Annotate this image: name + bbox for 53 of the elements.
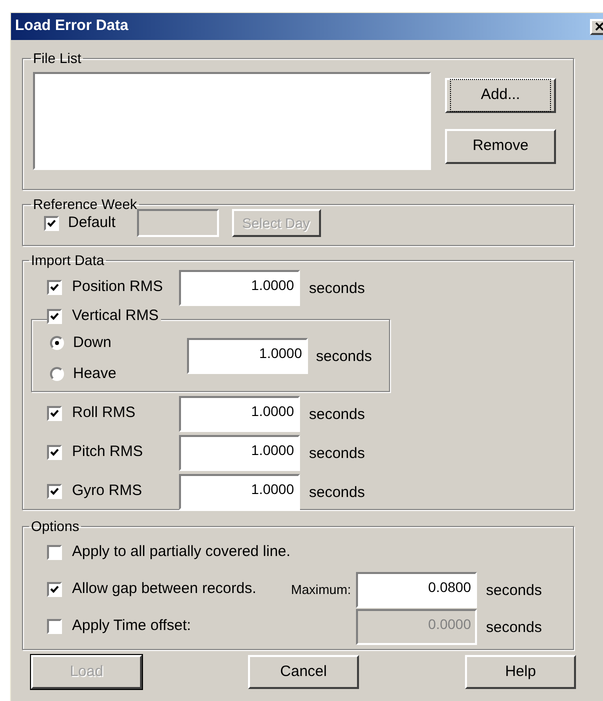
checkbox-label: Apply to all partially covered line.: [72, 542, 292, 562]
group-label: File List: [32, 50, 82, 66]
checkbox[interactable]: [47, 545, 62, 560]
number-field[interactable]: 0.0800: [356, 572, 477, 608]
checkbox[interactable]: [47, 308, 62, 324]
radio-label: Down: [73, 332, 112, 352]
checkmark-icon: [47, 218, 56, 228]
checkbox[interactable]: [47, 484, 62, 499]
checkbox-label: Vertical RMS: [72, 306, 159, 326]
dialog-button[interactable]: Add...: [445, 78, 556, 113]
field-label: Maximum:: [291, 582, 351, 597]
unit-label: seconds: [486, 618, 542, 638]
unit-label: seconds: [309, 279, 365, 300]
radio-button[interactable]: [50, 367, 64, 382]
checkbox-label: Roll RMS: [72, 403, 136, 424]
group-label: Reference Week: [32, 196, 138, 212]
dialog-button[interactable]: Cancel: [248, 655, 359, 689]
file-list-box[interactable]: [33, 72, 431, 170]
number-field[interactable]: 1.0000: [179, 474, 300, 510]
number-field[interactable]: 1.0000: [187, 338, 308, 374]
radio-button[interactable]: [50, 336, 64, 350]
unit-label: seconds: [309, 405, 365, 426]
unit-label: seconds: [486, 581, 542, 602]
checkbox[interactable]: [44, 216, 59, 230]
checkmark-icon: [50, 585, 59, 594]
close-icon: [594, 22, 603, 31]
checkmark-icon: [50, 448, 59, 457]
window-title: Load Error Data: [15, 16, 128, 36]
close-button[interactable]: [590, 18, 603, 34]
checkbox[interactable]: [47, 582, 62, 597]
radio-label: Heave: [73, 364, 116, 384]
number-field[interactable]: 1.0000: [179, 434, 300, 470]
checkbox-label: Apply Time offset:: [72, 616, 192, 636]
group-label: Import Data: [30, 252, 106, 268]
number-field[interactable]: 1.0000: [179, 396, 300, 432]
checkmark-icon: [50, 312, 59, 320]
checkbox-label: Position RMS: [72, 277, 164, 298]
checkbox[interactable]: [47, 280, 62, 295]
unit-label: seconds: [309, 483, 365, 504]
checkbox-label: Gyro RMS: [72, 481, 144, 502]
unit-label: seconds: [309, 444, 365, 464]
checkmark-icon: [50, 283, 59, 292]
checkmark-icon: [50, 409, 59, 418]
checkbox[interactable]: [47, 445, 62, 460]
group-label: Options: [30, 518, 80, 534]
number-field[interactable]: 1.0000: [179, 270, 300, 306]
dialog-button[interactable]: Remove: [445, 129, 556, 164]
dialog-button[interactable]: Help: [465, 655, 576, 689]
checkbox[interactable]: [47, 406, 62, 421]
checkbox-label: Pitch RMS: [72, 442, 144, 462]
checkbox-label: Default: [68, 212, 116, 233]
unit-label: seconds: [316, 347, 372, 368]
checkmark-icon: [50, 487, 59, 496]
